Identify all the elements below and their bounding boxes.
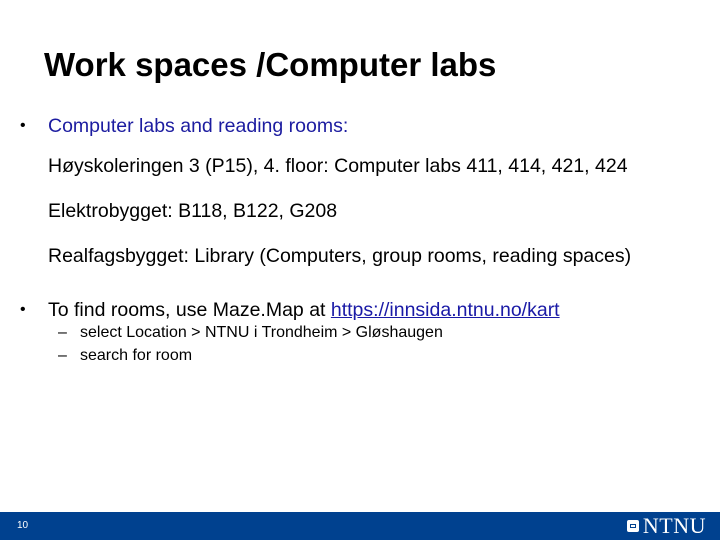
- bullet-marker: •: [20, 301, 26, 318]
- page-number: 10: [17, 520, 29, 531]
- dash-marker: –: [58, 324, 67, 341]
- location-line-elektrobygget: Elektrobygget: B118, B122, G208: [48, 200, 338, 222]
- location-line-hoyskoleringen: Høyskoleringen 3 (P15), 4. floor: Comput…: [48, 155, 628, 177]
- subitem-text: select Location > NTNU i Trondheim > Glø…: [80, 324, 443, 341]
- dash-marker: –: [58, 347, 67, 364]
- bullet-text: To find rooms, use Maze.Map at: [48, 299, 331, 321]
- mazemap-link[interactable]: https://innsida.ntnu.no/kart: [331, 299, 560, 321]
- slide-title: Work spaces /Computer labs: [44, 46, 497, 83]
- footer-bar: 10 NTNU: [0, 512, 720, 540]
- ntnu-logo-text: NTNU: [642, 513, 706, 538]
- bullet-marker: •: [20, 117, 26, 134]
- location-line-realfagsbygget: Realfagsbygget: Library (Computers, grou…: [48, 245, 632, 267]
- ntnu-logo: NTNU: [626, 513, 706, 538]
- ntnu-logo-icon: [626, 520, 639, 532]
- bullet-text: Computer labs and reading rooms:: [48, 115, 349, 137]
- bullet-text-wrapper: To find rooms, use Maze.Map at https://i…: [48, 297, 560, 323]
- subitem-text: search for room: [80, 347, 193, 364]
